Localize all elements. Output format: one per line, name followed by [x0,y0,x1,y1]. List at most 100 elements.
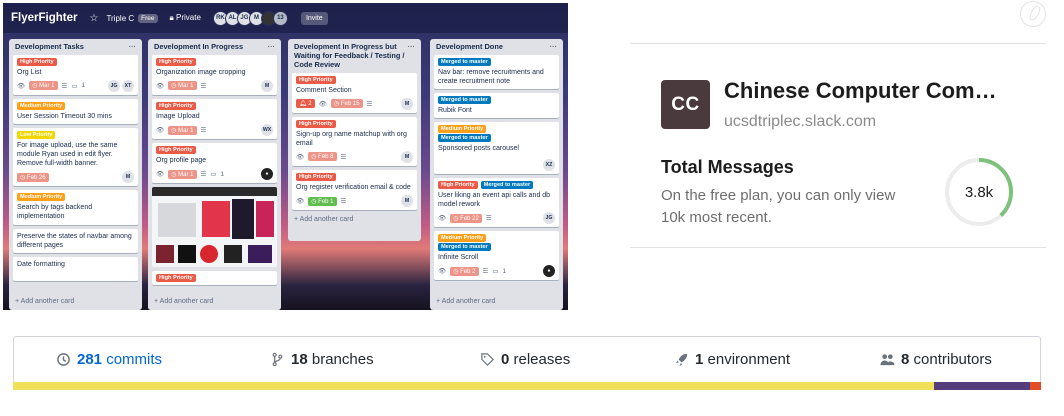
list-development-tasks: Development Tasks ··· High Priority Org L… [9,39,142,310]
list-title[interactable]: Development Done [436,42,503,52]
invite-button[interactable]: Invite [300,11,328,25]
list-development-in-progress: Development In Progress ··· High Priority… [148,39,281,310]
card[interactable]: High Priority Org profile page 👁︎ ◷ Mar … [152,143,277,184]
contributors-label: contributors [913,351,992,368]
board-title[interactable]: FlyerFighter [11,12,77,24]
environments-label: environment [707,351,791,368]
card-badges: 👁︎ ◷ Feb 2 ☰ ▭ 1 [438,265,555,277]
card-member[interactable]: JG [108,79,120,92]
list-title[interactable]: Development In Progress [154,42,243,52]
card[interactable]: High Priority Merged to master User liki… [434,178,559,228]
due-date-badge[interactable]: ◷ Mar 1 [168,81,197,91]
card-title: Org register verification email & code [296,183,411,191]
due-date-badge[interactable]: ◷ Mar 1 [168,125,197,135]
card-labels: High Priority Merged to master [438,181,555,190]
language-segment[interactable] [1029,382,1041,390]
workspace-domain[interactable]: ucsdtriplec.slack.com [724,113,876,131]
contributors-link[interactable]: 8 contributors [880,351,992,368]
comment-count: 1 [220,170,225,178]
card-member[interactable]: M [261,79,273,92]
card[interactable]: Medium Priority User Session Timeout 30 … [13,98,138,125]
branches-link[interactable]: 18 branches [270,351,374,368]
due-date-badge[interactable]: ◷ Mar 1 [29,81,58,91]
card-member[interactable]: M [401,97,413,110]
card-cover-image[interactable] [152,187,277,268]
due-date-badge[interactable]: ◷ Mar 1 [168,169,197,179]
workspace-name[interactable]: Chinese Computer Com… [724,78,1024,104]
member-count[interactable]: 13 [272,10,288,26]
card-title: Organization image cropping [156,68,246,76]
card[interactable]: Low Priority For image upload, use the s… [13,128,138,187]
card[interactable]: Date formatting [13,256,138,281]
due-date-badge[interactable]: ◷ Feb 8 [308,152,337,162]
language-segment[interactable] [934,382,1030,390]
card[interactable]: Preserve the states of navbar among diff… [13,228,138,253]
list-title[interactable]: Development Tasks [15,42,84,52]
card[interactable]: Merged to master Rubik Font [434,93,559,119]
card-title: Search by tags backend implementation [17,204,93,221]
card-member[interactable]: WX [261,124,273,137]
card-labels: High Priority [156,274,273,283]
card[interactable]: High Priority Image Upload 👁︎ ◷ Mar 1 ☰ … [152,98,277,140]
due-date-badge[interactable]: ◷ Feb 15 [330,99,363,109]
star-icon[interactable]: ☆ [89,13,98,24]
language-segment[interactable] [13,382,935,390]
cover-poster [202,201,230,238]
list-header: Development Done ··· [430,39,563,55]
card[interactable]: High Priority [152,271,277,286]
list-menu-icon[interactable]: ··· [550,42,557,52]
list-header: Development In Progress ··· [148,39,281,55]
add-card-button[interactable]: + Add another card [9,296,80,310]
team-name[interactable]: Triple C [106,14,134,23]
cover-poster [256,201,274,238]
divider [630,43,1046,44]
card-member[interactable]: XT [122,79,134,92]
list-menu-icon[interactable]: ··· [268,42,275,52]
branches-count: 18 [291,351,308,368]
commits-link[interactable]: 281 commits [56,351,162,368]
releases-label: releases [513,351,571,368]
description-icon: ☰ [482,268,489,276]
card-member[interactable]: M [401,150,413,163]
card-member[interactable]: XZ [543,159,555,172]
add-card-button[interactable]: + Add another card [430,296,501,310]
due-date-badge[interactable]: ◷ Feb 2 [450,266,479,276]
list-menu-icon[interactable]: ··· [129,42,136,52]
card-label: High Priority [156,101,196,110]
card[interactable]: Medium Priority Merged to master Sponsor… [434,122,559,175]
description-icon: ☰ [366,100,373,108]
cover-thumb [156,245,174,264]
card[interactable]: High Priority Org register verification … [292,169,417,210]
due-date-badge[interactable]: ◷ Feb 26 [17,172,49,182]
card-badges: 👁︎ ◷ Feb 1 ☰ [296,195,413,207]
card-labels: High Priority [156,146,273,155]
card-badges: 👁︎ ◷ Mar 1 ☰ [156,80,273,92]
list-menu-icon[interactable]: ··· [408,42,415,70]
card[interactable]: High Priority Organization image croppin… [152,54,277,95]
add-card-button[interactable]: + Add another card [288,214,421,228]
language-bar[interactable] [13,382,1041,390]
alert-badge[interactable]: 🔔︎ 2 [296,99,315,109]
visibility-button[interactable]: 🔒︎ Private [170,13,201,23]
releases-link[interactable]: 0 releases [480,351,570,368]
card-badges: 👁︎ ◷ Feb 8 ☰ [296,151,413,163]
add-card-button[interactable]: + Add another card [148,296,281,310]
comment-icon: ▭ [71,82,78,90]
card[interactable]: High Priority Sign-up org name matchup w… [292,116,417,166]
card[interactable]: Medium Priority Search by tags backend i… [13,190,138,225]
due-date-badge[interactable]: ◷ Feb 22 [450,213,482,223]
card-labels: Merged to master [438,96,555,105]
list-title[interactable]: Development In Progress but Waiting for … [294,42,408,70]
card[interactable]: Medium Priority Merged to master Infinit… [434,231,559,281]
card[interactable]: Merged to master Nav bar: remove recruit… [434,54,559,90]
due-date-badge[interactable]: ◷ Feb 1 [308,196,337,206]
card-member[interactable]: M [401,195,413,207]
page: FlyerFighter ☆ Triple C Free 🔒︎ Private … [0,0,1064,416]
people-icon [880,354,895,366]
environments-link[interactable]: 1 environment [674,351,790,368]
due-date: Mar 1 [178,83,194,90]
card-label: High Priority [156,274,196,283]
team-plan-badge: Free [138,13,158,23]
card[interactable]: High Priority Comment Section 🔔︎ 2 👁︎ ◷ … [292,72,417,113]
card[interactable]: High Priority Org List 👁︎ ◷ Mar 1 ☰ ▭ 1 J… [13,54,138,95]
